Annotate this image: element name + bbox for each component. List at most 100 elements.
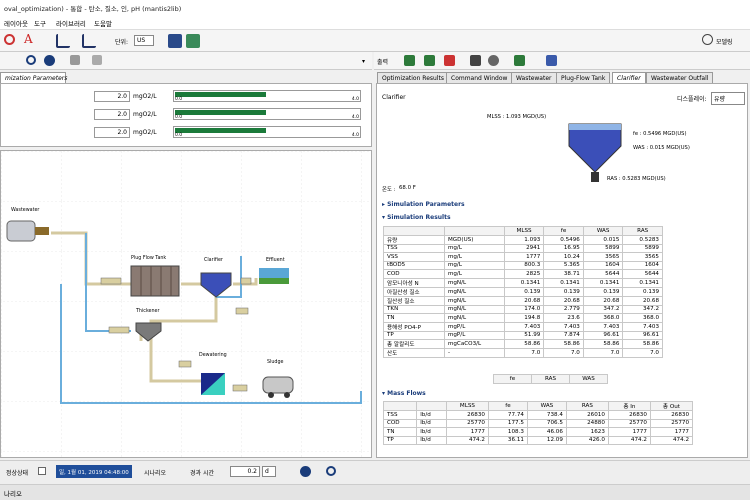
gauge-value[interactable]: 2.0 — [94, 127, 130, 138]
chart-icon[interactable] — [56, 34, 70, 48]
unit-select[interactable]: US — [134, 35, 154, 46]
cell-value: 77.74 — [487, 410, 528, 420]
gauge-bar[interactable]: 0.0 4.0 — [173, 126, 361, 138]
cell-value: 25770 — [445, 418, 489, 428]
sludge-unit[interactable] — [262, 376, 294, 394]
results-header — [443, 226, 505, 236]
menu-tools[interactable]: 도구 — [34, 18, 46, 28]
table-row: TN mgN/L 194.8 23.6 368.0 368.0 — [383, 313, 663, 323]
sub-header-table: fe RAS WAS — [493, 374, 608, 384]
chevron-down-icon[interactable]: ▾ — [362, 58, 365, 65]
export-icon[interactable] — [186, 34, 200, 48]
table-row: TKN mgN/L 174.0 2.779 347.2 347.2 — [383, 304, 663, 314]
cell-value: 46.06 — [526, 427, 567, 437]
right-toolbar: 출력 — [374, 52, 750, 70]
label-wastewater: Wastewater — [11, 208, 40, 213]
close-model-icon[interactable] — [702, 34, 713, 45]
cell-value: 24880 — [565, 418, 609, 428]
report-icon[interactable] — [168, 34, 182, 48]
gauge-bar[interactable]: 0.0 4.0 — [173, 90, 361, 102]
tab-wastewater[interactable]: Wastewater — [511, 72, 557, 83]
cell-value: 5.365 — [543, 260, 584, 270]
table-row: TP lb/d 474.2 36.11 12.09 426.0 474.2 474.2 — [382, 435, 694, 445]
section-sim-results[interactable]: ▾ Simulation Results — [382, 214, 451, 221]
tab-wastewater-outfall[interactable]: Wastewater Outfall — [646, 72, 714, 83]
row-label: TN — [383, 313, 445, 323]
menu-library[interactable]: 라이브러리 — [56, 18, 86, 28]
row-label: 산도 — [383, 348, 445, 358]
results-header — [383, 226, 445, 236]
row-label: VSS — [383, 252, 445, 262]
layout2-icon[interactable] — [92, 55, 102, 65]
cell-value: 738.4 — [526, 410, 567, 420]
elapsed-label: 경과 시간 — [190, 470, 214, 477]
row-label: COD — [383, 269, 445, 279]
display-select[interactable]: 유량 — [711, 92, 745, 105]
gauge-unit: mgO2/L — [133, 129, 157, 136]
gauge-bar[interactable]: 0.0 4.0 — [173, 108, 361, 120]
cell-value: 368.0 — [622, 313, 663, 323]
cell-value: 7.0 — [582, 348, 624, 358]
upload-icon[interactable] — [424, 55, 435, 66]
cell-value: 2825 — [503, 269, 545, 279]
tab-command-window[interactable]: Command Window — [446, 72, 513, 83]
tab-optimization-results[interactable]: Optimization Results — [377, 72, 449, 83]
cell-value: 706.5 — [526, 418, 567, 428]
gauge-value[interactable]: 2.0 — [94, 109, 130, 120]
undo-icon[interactable] — [26, 55, 36, 65]
wastewater-valve[interactable] — [35, 227, 49, 235]
export2-icon[interactable] — [514, 55, 525, 66]
section-mass-flows[interactable]: ▾ Mass Flows — [382, 390, 426, 397]
section-sim-params[interactable]: ▸ Simulation Parameters — [382, 201, 465, 208]
gear-run-icon[interactable] — [300, 466, 311, 477]
gauge-max: 4.0 — [351, 133, 359, 138]
table-icon[interactable] — [470, 55, 481, 66]
model-label[interactable]: 모델링 — [716, 37, 733, 46]
sub-header: WAS — [569, 374, 608, 384]
flowsheet-canvas[interactable]: Wastewater Plug Flow Tank Clarifier Effl… — [0, 150, 372, 458]
gear-icon[interactable] — [44, 55, 55, 66]
menu-layout[interactable]: 레이아웃 — [4, 18, 28, 28]
cell-value: 12.09 — [526, 435, 567, 445]
zoom-icon[interactable] — [4, 34, 15, 45]
tab-optimization-parameters[interactable]: mization Parameters — [0, 72, 67, 83]
elapsed-unit-select[interactable]: d — [262, 466, 276, 477]
settings-icon[interactable] — [488, 55, 499, 66]
cell-value: 58.86 — [582, 339, 624, 349]
cell-value: 5899 — [582, 243, 624, 253]
scenario-button[interactable]: 시나리오 — [144, 468, 166, 477]
cell-value: 58.86 — [503, 339, 545, 349]
wastewater-unit[interactable] — [6, 220, 36, 242]
gauge-value[interactable]: 2.0 — [94, 91, 130, 102]
section-sim-results-label: Simulation Results — [387, 214, 451, 221]
menu-help[interactable]: 도움말 — [94, 18, 112, 28]
menu-bar: 레이아웃 도구 라이브러리 도움말 — [0, 14, 750, 30]
steady-state-label: 정상상태 — [6, 470, 29, 477]
elapsed-input[interactable]: 0.2 — [230, 466, 260, 477]
sim-date[interactable]: 일, 1월 01, 2019 04:48:00 — [56, 465, 132, 478]
chart2-icon[interactable] — [82, 34, 96, 48]
table-row: TSS lb/d 26830 77.74 738.4 26010 26830 26830 — [382, 410, 694, 420]
results-header: RAS — [622, 226, 663, 236]
main-toolbar: A 단위: US 모델링 — [0, 30, 750, 52]
layout-icon[interactable] — [70, 55, 80, 65]
tab-plug-flow-tank[interactable]: Plug-Flow Tank — [556, 72, 611, 83]
cell-value: 2941 — [503, 243, 545, 253]
delete-icon[interactable] — [444, 55, 455, 66]
cell-value: 1777 — [607, 427, 651, 437]
reset-icon[interactable] — [326, 466, 336, 476]
satellite-icon[interactable] — [546, 55, 557, 66]
cell-value: 36.11 — [487, 435, 528, 445]
label-effluent: Effluent — [266, 258, 285, 263]
tab-clarifier[interactable]: Clarifier — [612, 72, 646, 83]
label-dewatering: Dewatering — [199, 353, 227, 358]
row-label: TP — [382, 435, 418, 445]
row-label: 아질산성 질소 — [383, 286, 445, 297]
row-label: tBOD5 — [383, 260, 445, 270]
cell-value: 0.139 — [543, 286, 584, 297]
plug-flow-tank-unit[interactable] — [130, 265, 180, 297]
font-icon[interactable]: A — [24, 32, 38, 46]
import-icon[interactable] — [404, 55, 415, 66]
cell-value: 20.68 — [622, 295, 663, 306]
steady-checkbox[interactable] — [38, 467, 46, 475]
